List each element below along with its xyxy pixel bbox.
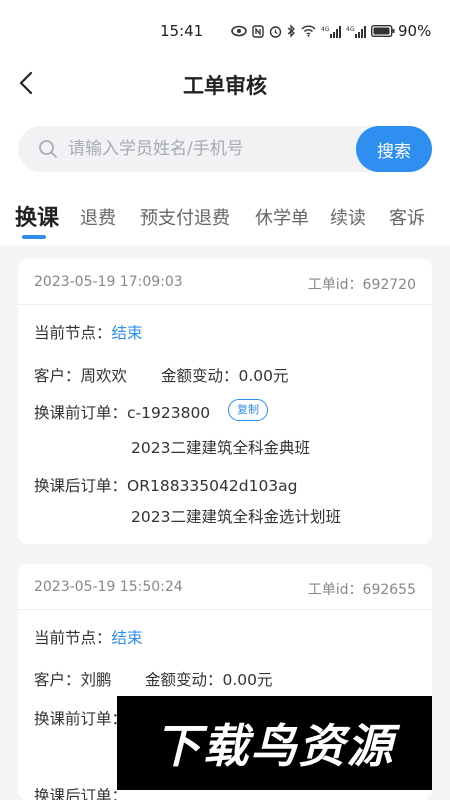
amount-label: 金额变动：	[161, 367, 239, 385]
amount-label: 金额变动：	[145, 671, 223, 689]
tab-change-course[interactable]: 换课	[15, 200, 59, 232]
status-icons: 4G 4G	[231, 24, 395, 38]
page-title: 工单审核	[183, 74, 267, 98]
eye-icon	[231, 25, 247, 37]
card-header: 2023-05-19 15:50:24 工单id：692655	[18, 564, 432, 610]
amount-row: 金额变动：0.00元	[161, 364, 289, 386]
after-course: 2023二建建筑全科金选计划班	[131, 508, 341, 526]
status-time: 15:41	[160, 22, 204, 40]
search-icon	[39, 140, 57, 158]
search-input[interactable]	[68, 126, 353, 172]
status-bar: 15:41 4G 4G 90%	[0, 0, 450, 58]
copy-button[interactable]: 复制	[228, 399, 268, 421]
nfc-icon	[252, 24, 264, 38]
node-status: 结束	[111, 324, 143, 342]
alarm-icon	[269, 25, 282, 38]
node-status: 结束	[111, 629, 143, 647]
customer-label: 客户：	[34, 367, 81, 385]
customer-row: 客户：刘鹏	[34, 668, 112, 690]
customer-label: 客户：	[34, 671, 81, 689]
after-order-no: OR188335042d103ag	[127, 477, 298, 495]
card-header: 2023-05-19 17:09:03 工单id：692720	[18, 259, 432, 305]
before-course: 2023二建建筑全科金典班	[131, 439, 310, 457]
watermark: 下载鸟资源	[117, 696, 432, 790]
node-row: 当前节点：结束	[34, 321, 143, 343]
amount-value: 0.00元	[222, 671, 273, 689]
node-label: 当前节点：	[34, 629, 112, 647]
after-order-label: 换课后订单：	[34, 787, 128, 800]
before-order-row: 换课前订单：c-1923800	[34, 401, 210, 423]
search-bar: 搜索	[18, 126, 432, 172]
before-order-no: c-1923800	[127, 404, 211, 422]
node-row: 当前节点：结束	[34, 626, 143, 648]
svg-text:4G: 4G	[321, 26, 330, 33]
wifi-icon	[301, 25, 316, 37]
node-label: 当前节点：	[34, 324, 112, 342]
tab-prepaid-refund[interactable]: 预支付退费	[140, 204, 230, 230]
tab-bar: 换课 退费 预支付退费 休学单 续读 客诉	[0, 196, 450, 242]
signal-icon-2: 4G	[346, 25, 366, 38]
search-button[interactable]: 搜索	[356, 126, 432, 172]
customer-name: 周欢欢	[80, 367, 128, 385]
tab-refund[interactable]: 退费	[80, 204, 116, 230]
order-id: 工单id：692720	[308, 274, 416, 294]
amount-row: 金额变动：0.00元	[145, 668, 273, 690]
work-order-card[interactable]: 2023-05-19 17:09:03 工单id：692720 当前节点：结束 …	[18, 259, 432, 544]
order-id: 工单id：692655	[308, 579, 416, 599]
svg-text:4G: 4G	[346, 26, 355, 33]
watermark-text: 下载鸟资源	[154, 719, 395, 773]
customer-row: 客户：周欢欢	[34, 364, 127, 386]
order-id-label: 工单id：	[307, 277, 363, 293]
nav-bar: 工单审核	[0, 58, 450, 108]
before-order-label: 换课前订单：	[34, 404, 128, 422]
signal-icon: 4G	[321, 25, 341, 38]
order-id-label: 工单id：	[307, 582, 363, 598]
order-time: 2023-05-19 17:09:03	[34, 274, 183, 290]
order-id-value: 692655	[362, 582, 416, 598]
after-order-label: 换课后订单：	[34, 477, 128, 495]
tab-renew[interactable]: 续读	[330, 204, 366, 230]
tab-complaint[interactable]: 客诉	[389, 204, 425, 230]
order-id-value: 692720	[362, 277, 416, 293]
before-order-label: 换课前订单：	[34, 710, 128, 728]
order-time: 2023-05-19 15:50:24	[34, 579, 183, 595]
battery-percent: 90%	[398, 22, 432, 40]
battery-icon	[371, 25, 395, 37]
after-order-row: 换课后订单：OR188335042d103ag	[34, 474, 298, 496]
bluetooth-icon	[287, 24, 295, 38]
tab-suspend[interactable]: 休学单	[255, 204, 309, 230]
amount-value: 0.00元	[238, 367, 289, 385]
customer-name: 刘鹏	[80, 671, 112, 689]
tab-indicator	[22, 235, 46, 239]
